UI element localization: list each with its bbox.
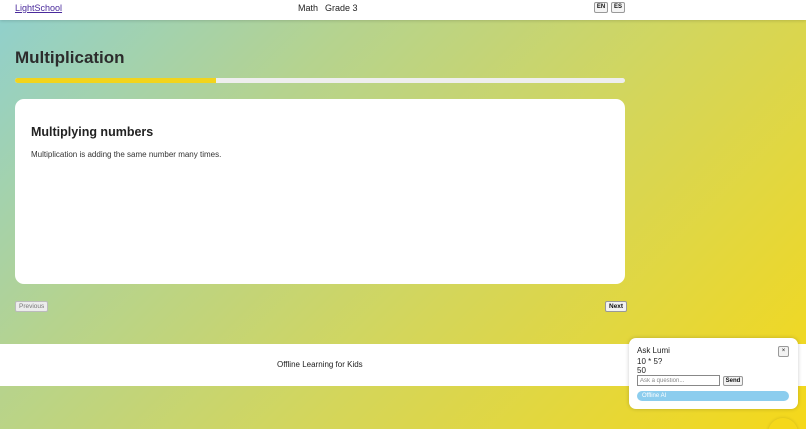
send-button[interactable]: Send [723,376,743,386]
lesson-progress-fill [15,78,217,83]
grade-label: Grade 3 [325,3,358,13]
offline-ai-badge: Offline AI [637,391,789,401]
lesson-card-title: Multiplying numbers [31,125,154,139]
subject-label: Math [298,3,319,13]
brand-link[interactable]: LightSchool [15,3,62,13]
lesson-card: Multiplying numbers Multiplication is ad… [15,99,625,284]
assistant-question: 10 * 5? [637,357,663,366]
lesson-progress-bar [15,78,625,83]
assistant-panel: Ask Lumi × 10 * 5? 50 Send Offline AI [629,338,798,409]
lesson-card-body: Multiplication is adding the same number… [31,150,222,159]
assistant-question-input[interactable] [637,375,720,386]
page-title: Multiplication [15,48,125,67]
language-es-button[interactable]: ES [611,2,625,13]
footer-text: Offline Learning for Kids [277,360,363,369]
assistant-toggle-button[interactable] [768,418,798,429]
language-en-button[interactable]: EN [594,2,608,13]
previous-button[interactable]: Previous [15,301,49,312]
close-icon[interactable]: × [778,346,789,357]
assistant-title: Ask Lumi [637,346,670,355]
top-navbar: LightSchool Math Grade 3 EN ES [0,0,806,20]
assistant-answer: 50 [637,366,646,375]
next-button[interactable]: Next [605,301,628,312]
